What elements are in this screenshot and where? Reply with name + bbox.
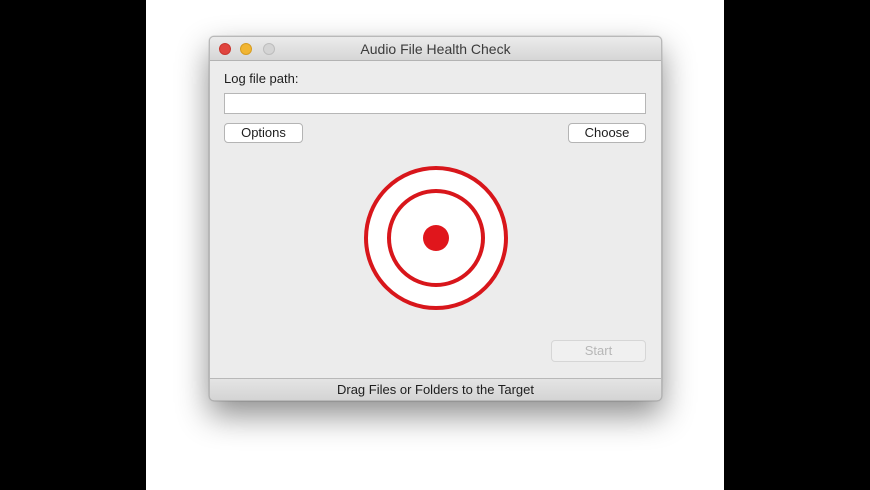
log-file-path-input[interactable] [224,93,646,114]
options-button[interactable]: Options [224,123,303,143]
window-title: Audio File Health Check [360,41,511,57]
app-window: Audio File Health Check Log file path: O… [209,36,662,401]
title-bar[interactable]: Audio File Health Check [210,37,661,61]
drop-target[interactable] [363,165,509,311]
start-button[interactable]: Start [551,340,646,362]
choose-button[interactable]: Choose [568,123,646,143]
drop-target-icon [364,166,508,310]
target-bullseye [423,225,449,251]
status-bar: Drag Files or Folders to the Target [210,378,661,400]
log-file-path-label: Log file path: [224,71,299,86]
